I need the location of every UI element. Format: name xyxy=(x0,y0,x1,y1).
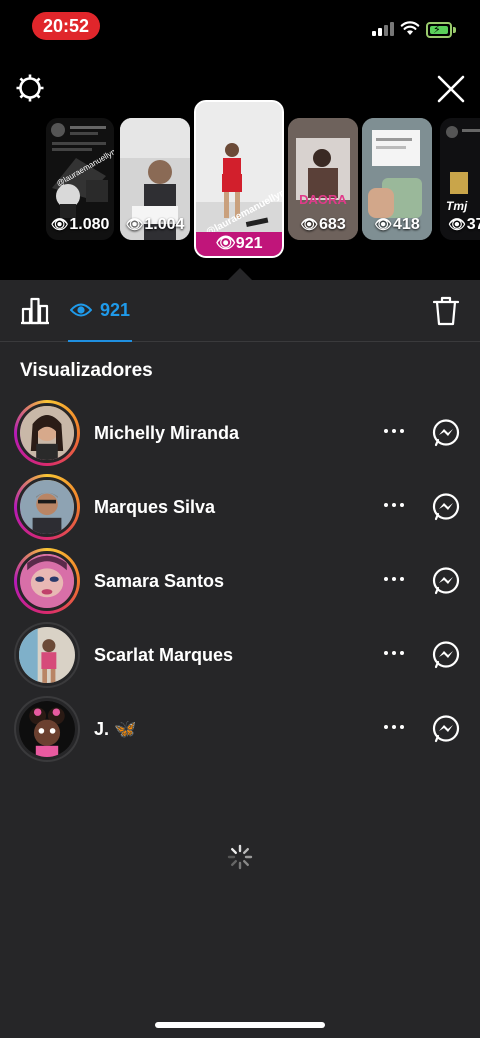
more-options-icon[interactable] xyxy=(382,648,410,658)
messenger-icon[interactable] xyxy=(431,714,461,744)
messenger-icon[interactable] xyxy=(431,640,461,670)
viewer-row[interactable]: J. 🦋 xyxy=(0,692,480,764)
eye-icon xyxy=(70,303,92,317)
status-time: 20:52 xyxy=(32,12,100,40)
story-view-count: 👁1.004 xyxy=(125,216,185,233)
views-tab[interactable]: 921 xyxy=(68,280,132,342)
viewer-row[interactable]: Samara Santos xyxy=(0,544,480,616)
bar-chart-icon[interactable] xyxy=(20,296,50,326)
viewer-name[interactable]: J. 🦋 xyxy=(94,719,136,740)
viewer-name[interactable]: Samara Santos xyxy=(94,571,224,592)
avatar[interactable] xyxy=(14,548,80,614)
avatar[interactable] xyxy=(14,696,80,762)
more-options-icon[interactable] xyxy=(382,574,410,584)
avatar[interactable] xyxy=(14,474,80,540)
messenger-icon[interactable] xyxy=(431,566,461,596)
messenger-icon[interactable] xyxy=(431,492,461,522)
loading-spinner-icon xyxy=(227,844,253,870)
story-view-count: 👁1.080 xyxy=(50,216,110,233)
story-view-count: 👁418 xyxy=(374,216,420,233)
viewer-name[interactable]: Marques Silva xyxy=(94,497,215,518)
viewers-sheet: 921 Visualizadores Michelly Miranda Marq… xyxy=(0,280,480,1038)
avatar[interactable] xyxy=(14,622,80,688)
messenger-icon[interactable] xyxy=(431,418,461,448)
story-thumbnail[interactable]: 👁418 xyxy=(362,118,432,240)
story-view-count: 👁921 xyxy=(196,232,282,256)
views-count: 921 xyxy=(100,300,131,320)
story-thumbnail[interactable]: DAORA 👁683 xyxy=(288,118,358,240)
viewers-section-title: Visualizadores xyxy=(20,360,153,381)
avatar[interactable] xyxy=(14,400,80,466)
story-thumbnail[interactable]: @lauraemanuellym 👁1.080 xyxy=(46,118,114,240)
more-options-icon[interactable] xyxy=(382,426,410,436)
story-view-count: 👁37 xyxy=(448,216,480,233)
story-caption: DAORA xyxy=(299,192,347,207)
viewer-row[interactable]: Michelly Miranda xyxy=(0,396,480,468)
sheet-toolbar: 921 xyxy=(0,280,480,342)
svg-text:Tmj: Tmj xyxy=(446,199,468,213)
viewer-name[interactable]: Scarlat Marques xyxy=(94,645,233,666)
battery-charging-icon: ⚡ xyxy=(426,22,456,38)
cellular-signal-icon xyxy=(372,22,394,36)
more-options-icon[interactable] xyxy=(382,500,410,510)
home-indicator[interactable] xyxy=(155,1022,325,1028)
stories-strip: @lauraemanuellym 👁1.080 👁1.004 @lauraema… xyxy=(0,100,480,270)
viewer-row[interactable]: Scarlat Marques xyxy=(0,618,480,690)
active-story-pointer xyxy=(228,268,252,280)
more-options-icon[interactable] xyxy=(382,722,410,732)
story-thumbnail[interactable]: Tmj 👁37 xyxy=(440,118,480,240)
viewer-name[interactable]: Michelly Miranda xyxy=(94,423,239,444)
story-thumbnail-active[interactable]: @lauraemanuellym 👁921 xyxy=(194,100,284,258)
story-view-count: 👁683 xyxy=(300,216,346,233)
wifi-icon xyxy=(400,21,420,35)
story-thumbnail[interactable]: 👁1.004 xyxy=(120,118,190,240)
viewer-row[interactable]: Marques Silva xyxy=(0,470,480,542)
status-bar: 20:52 ⚡ xyxy=(0,0,480,54)
trash-icon[interactable] xyxy=(433,296,459,326)
